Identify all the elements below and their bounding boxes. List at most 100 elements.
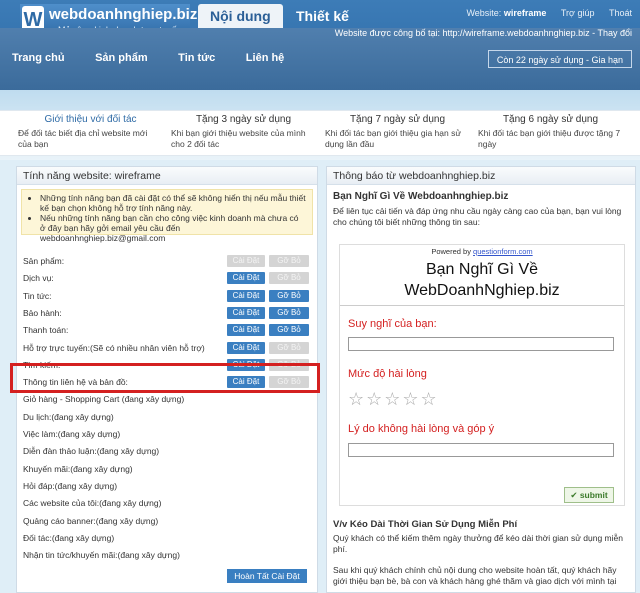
notice-item: Những tính năng bạn đã cài đặt có thể sẽ…: [40, 193, 306, 213]
feature-label: Bảo hành:: [23, 307, 62, 318]
feature-row: Diễn đàn thảo luận:(đang xây dựng): [23, 445, 309, 459]
top-links: Website: wireframe Trợ giúp Thoát: [454, 8, 632, 18]
feedback-input[interactable]: [348, 443, 614, 457]
feature-label: Hỏi đáp:(đang xây dựng): [23, 480, 118, 491]
finish-install-button[interactable]: Hoàn Tất Cài Đặt: [227, 569, 307, 583]
promo-desc: Khi bạn giới thiệu website của mình cho …: [171, 128, 306, 149]
announce-desc-3: Sau khi quý khách chính chủ nội dung cho…: [333, 565, 617, 586]
feature-row: Nhận tin tức/khuyến mãi:(đang xây dựng): [23, 549, 309, 563]
help-link[interactable]: Trợ giúp: [561, 8, 595, 18]
question-label: Mức độ hài lòng: [348, 368, 427, 380]
promo-desc: Để đối tác biết địa chỉ website mới của …: [18, 128, 148, 149]
feature-row: Quảng cáo banner:(đang xây dựng): [23, 515, 309, 529]
thoughts-input[interactable]: [348, 337, 614, 351]
feature-label: Khuyến mãi:(đang xây dựng): [23, 463, 133, 474]
promo-title: Tặng 7 ngày sử dụng: [349, 114, 446, 125]
feature-label: Dịch vụ:: [23, 273, 54, 284]
promo-strip: Giới thiệu với đối tác Để đối tác biết đ…: [0, 110, 640, 156]
survey-form: Powered by questionform.com Bạn Nghĩ Gì …: [339, 244, 625, 506]
install-button[interactable]: Cài Đặt: [227, 341, 265, 354]
promo-item[interactable]: Giới thiệu với đối tác Để đối tác biết đ…: [18, 114, 163, 150]
feature-row: Dịch vụ: Cài Đặt Gỡ Bỏ: [23, 272, 309, 286]
promo-desc: Khi đối tác bạn giới thiệu gia hạn sử dụ…: [325, 128, 462, 149]
nav-products[interactable]: Sản phẩm: [95, 52, 148, 64]
feature-label: Các website của tôi:(đang xây dựng): [23, 498, 162, 509]
feature-row: Du lịch:(đang xây dựng): [23, 411, 309, 425]
remove-button[interactable]: Gỡ Bỏ: [269, 255, 309, 267]
feature-row: Việc làm:(đang xây dựng): [23, 428, 309, 442]
feature-row: Đối tác:(đang xây dựng): [23, 532, 309, 546]
feature-row: Tin tức: Cài Đặt Gỡ Bỏ: [23, 289, 309, 304]
feature-label: Việc làm:(đang xây dựng): [23, 429, 121, 439]
feature-label: Tin tức:: [23, 290, 52, 301]
nav-contact[interactable]: Liên hệ: [246, 52, 285, 64]
feature-row: Sản phẩm: Cài Đặt Gỡ Bỏ: [23, 255, 309, 269]
feature-label: Giỏ hàng - Shopping Cart (đang xây dựng): [23, 394, 185, 405]
feature-row: Giỏ hàng - Shopping Cart (đang xây dựng): [23, 393, 309, 407]
divider: [340, 305, 624, 306]
feature-row: Hỗ trợ trực tuyến:(Sẽ có nhiều nhân viên…: [23, 341, 309, 356]
header: W webdoanhnghiep.biz Mở rộng kinh doanh …: [0, 0, 640, 90]
install-button[interactable]: Cài Đặt: [227, 306, 265, 319]
logo-name: webdoanhnghiep.biz: [49, 6, 198, 23]
feature-label: Nhận tin tức/khuyến mãi:(đang xây dựng): [23, 550, 180, 561]
trial-status[interactable]: Còn 22 ngày sử dụng - Gia hạn: [487, 50, 632, 68]
feature-label: Du lịch:(đang xây dựng): [23, 411, 114, 422]
promo-item[interactable]: Tặng 3 ngày sử dụng Khi bạn giới thiệu w…: [171, 114, 316, 150]
promo-item[interactable]: Tặng 7 ngày sử dụng Khi đối tác bạn giới…: [325, 114, 470, 150]
feature-row: Bảo hành: Cài Đặt Gỡ Bỏ: [23, 306, 309, 321]
feature-row: Thanh toán: Cài Đặt Gỡ Bỏ: [23, 324, 309, 338]
powered-link[interactable]: questionform.com: [473, 247, 533, 256]
feature-label: Hỗ trợ trực tuyến:(Sẽ có nhiều nhân viên…: [23, 342, 205, 353]
feature-row: Các website của tôi:(đang xây dựng): [23, 497, 309, 511]
main-nav: Trang chủ Sản phẩm Tin tức Liên hệ: [12, 52, 312, 64]
feature-row: Khuyến mãi:(đang xây dựng): [23, 463, 309, 477]
install-button[interactable]: Cài Đặt: [227, 289, 265, 302]
remove-button[interactable]: Gỡ Bỏ: [269, 324, 309, 337]
nav-news[interactable]: Tin tức: [178, 52, 215, 64]
question-label: Suy nghĩ của bạn:: [348, 318, 437, 330]
feature-label: Thanh toán:: [23, 325, 69, 336]
feature-row: Hỏi đáp:(đang xây dựng): [23, 480, 309, 494]
remove-button[interactable]: Gỡ Bỏ: [269, 289, 309, 302]
question-label: Lý do không hài lòng và góp ý: [348, 423, 495, 435]
tab-content[interactable]: Nội dung: [198, 4, 283, 28]
announce-panel-title: Thông báo từ webdoanhnghiep.biz: [327, 167, 635, 185]
install-button[interactable]: Cài Đặt: [227, 324, 265, 337]
promo-desc: Khi đối tác bạn giới thiệu được tặng 7 n…: [478, 128, 621, 149]
remove-button[interactable]: Gỡ Bỏ: [269, 306, 309, 319]
feature-label: Đối tác:(đang xây dựng): [23, 532, 115, 543]
feature-label: Sản phẩm:: [23, 256, 65, 266]
promo-title: Giới thiệu với đối tác: [44, 114, 137, 125]
site-info[interactable]: Website được công bố tại: http://wirefra…: [335, 28, 632, 38]
tab-design[interactable]: Thiết kế: [284, 4, 361, 28]
highlight-annotation: [10, 363, 320, 393]
website-label: Website: wireframe: [466, 8, 547, 18]
submit-button[interactable]: ✔ submit: [564, 487, 614, 503]
logout-link[interactable]: Thoát: [609, 8, 632, 18]
header-band: Website được công bố tại: http://wirefra…: [0, 28, 640, 90]
nav-home[interactable]: Trang chủ: [12, 52, 65, 64]
remove-button[interactable]: Gỡ Bỏ: [269, 341, 309, 354]
survey-title: Bạn Nghĩ Gì Về WebDoanhNghiep.biz: [404, 261, 560, 299]
announce-heading: Bạn Nghĩ Gì Về Webdoanhnghiep.biz: [333, 191, 509, 202]
features-panel-title: Tính năng website: wireframe: [17, 167, 317, 185]
feature-label: Quảng cáo banner:(đang xây dựng): [23, 515, 159, 526]
notice-item: Nếu những tính năng bạn cần cho công việ…: [40, 213, 306, 243]
check-icon: ✔: [570, 490, 578, 500]
announce-heading-2: V/v Kéo Dài Thời Gian Sử Dụng Miễn Phí: [333, 519, 518, 530]
announce-desc-2: Quý khách có thể kiếm thêm ngày thưởng đ…: [333, 533, 623, 554]
rating-stars[interactable]: ☆☆☆☆☆: [348, 389, 439, 410]
powered-by: Powered by questionform.com: [431, 247, 533, 256]
website-value: wireframe: [503, 8, 547, 18]
remove-button[interactable]: Gỡ Bỏ: [269, 272, 309, 285]
promo-item[interactable]: Tặng 6 ngày sử dụng Khi đối tác bạn giới…: [478, 114, 623, 150]
announce-desc: Để liên tục cải tiến và đáp ứng nhu cầu …: [333, 206, 622, 227]
feature-label: Diễn đàn thảo luận:(đang xây dựng): [23, 446, 160, 457]
promo-title: Tặng 6 ngày sử dụng: [502, 114, 599, 125]
promo-title: Tặng 3 ngày sử dụng: [195, 114, 292, 125]
features-notice: Những tính năng bạn đã cài đặt có thể sẽ…: [21, 189, 313, 243]
install-button[interactable]: Cài Đặt: [227, 255, 265, 267]
install-button[interactable]: Cài Đặt: [227, 272, 265, 285]
announce-panel: Thông báo từ webdoanhnghiep.biz Bạn Nghĩ…: [326, 166, 636, 593]
